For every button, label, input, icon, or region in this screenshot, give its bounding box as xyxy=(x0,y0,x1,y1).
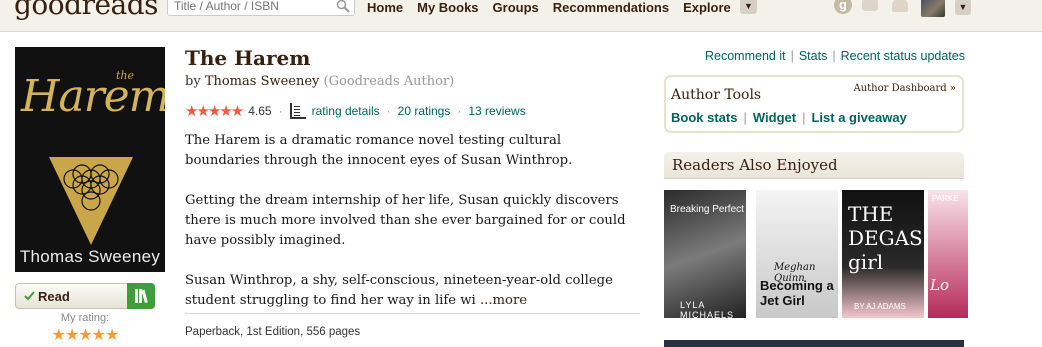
recommend-it-link[interactable]: Recommend it xyxy=(705,49,786,63)
rating-graph-icon[interactable] xyxy=(289,103,306,119)
avatar[interactable] xyxy=(921,0,945,17)
related-book-author: BY AJ ADAMS xyxy=(854,302,906,311)
ratings-count-link[interactable]: 20 ratings xyxy=(398,104,451,118)
checkmark-icon xyxy=(24,291,35,301)
divider xyxy=(185,313,640,314)
book-title: The Harem xyxy=(185,46,311,70)
list-a-giveaway-link[interactable]: List a giveaway xyxy=(811,110,906,125)
nav-groups[interactable]: Groups xyxy=(493,0,539,16)
my-rating-label: My rating: xyxy=(60,312,110,324)
separator: | xyxy=(832,49,836,63)
cover-title: Harem xyxy=(21,71,165,122)
rating-details-link[interactable]: rating details xyxy=(312,104,380,118)
related-book-cover[interactable]: PARKE Lo xyxy=(928,190,968,318)
main-nav: Home My Books Groups Recommendations Exp… xyxy=(367,0,731,16)
author-tool-links: Book stats | Widget | List a giveaway xyxy=(671,110,907,125)
shelf-status-button[interactable]: Read xyxy=(15,283,155,309)
description-paragraph: Susan Winthrop, a shy, self-conscious, n… xyxy=(185,271,635,311)
rating-summary: ★★★★★ 4.65 · rating details · 20 ratings… xyxy=(185,102,526,120)
book-format: Paperback, 1st Edition, 556 pages xyxy=(185,326,361,338)
book-stats-link[interactable]: Book stats xyxy=(671,110,737,125)
separator: · xyxy=(457,104,462,118)
related-book-title: Breaking Perfect xyxy=(670,204,744,215)
readers-also-enjoyed-title[interactable]: Readers Also Enjoyed xyxy=(672,156,838,174)
related-book-title: Lo xyxy=(930,276,949,294)
explore-dropdown-caret-icon[interactable]: ▼ xyxy=(740,0,757,14)
notifications-icon[interactable]: g xyxy=(834,0,852,14)
related-book-cover[interactable]: THE DEGAS girl BY AJ ADAMS xyxy=(842,190,924,318)
related-book-title: THE DEGAS girl xyxy=(848,202,923,274)
widget-link[interactable]: Widget xyxy=(753,110,796,125)
book-description: The Harem is a dramatic romance novel te… xyxy=(185,131,635,331)
author-link[interactable]: Thomas Sweeney xyxy=(205,74,320,89)
nav-recommendations[interactable]: Recommendations xyxy=(553,0,669,16)
cover-flower-triangle-icon xyxy=(49,157,133,245)
separator: | xyxy=(802,110,806,125)
average-rating-value: 4.65 xyxy=(248,104,272,118)
my-rating-stars[interactable]: ★★★★★ xyxy=(15,325,155,345)
description-paragraph: Getting the dream internship of her life… xyxy=(185,193,626,248)
related-book-cover[interactable]: Breaking Perfect LYLA MICHAELS xyxy=(664,190,746,318)
recent-status-updates-link[interactable]: Recent status updates xyxy=(841,49,965,63)
description-paragraph: The Harem is a dramatic romance novel te… xyxy=(185,133,573,168)
author-tools-title: Author Tools xyxy=(671,87,762,103)
related-book-cover[interactable]: Meghan Quinn Becoming a Jet Girl xyxy=(756,190,838,318)
search-input[interactable] xyxy=(168,0,328,15)
book-actions: Recommend it | Stats | Recent status updates xyxy=(705,49,965,63)
search-icon[interactable] xyxy=(336,0,350,13)
cover-author: Thomas Sweeney xyxy=(19,247,161,266)
related-book-author: PARKE xyxy=(932,194,959,203)
average-rating-stars: ★★★★★ xyxy=(185,103,244,120)
goodreads-logo[interactable]: goodreads xyxy=(14,0,159,21)
separator: · xyxy=(386,104,391,118)
mail-icon[interactable] xyxy=(862,0,878,11)
separator: | xyxy=(743,110,747,125)
goodreads-author-badge: (Goodreads Author) xyxy=(323,74,455,89)
nav-explore[interactable]: Explore xyxy=(683,0,731,16)
readers-also-enjoyed-header: Readers Also Enjoyed xyxy=(664,152,964,179)
more-link[interactable]: ...more xyxy=(480,293,527,308)
nav-my-books[interactable]: My Books xyxy=(417,0,478,16)
author-dashboard-link[interactable]: Author Dashboard » xyxy=(853,83,956,94)
related-book-title: Becoming a Jet Girl xyxy=(760,278,834,308)
nav-home[interactable]: Home xyxy=(367,0,403,16)
reviews-count-link[interactable]: 13 reviews xyxy=(468,104,525,118)
related-book-cover-partial[interactable] xyxy=(664,340,964,347)
stats-link[interactable]: Stats xyxy=(799,49,828,63)
separator: | xyxy=(790,49,794,63)
author-tools-box: Author Tools Author Dashboard » Book sta… xyxy=(664,75,964,133)
book-cover[interactable]: the Harem Thomas Sweeney xyxy=(15,47,165,272)
by-label: by xyxy=(185,74,201,89)
description-text: Susan Winthrop, a shy, self-conscious, n… xyxy=(185,273,613,308)
byline: by Thomas Sweeney (Goodreads Author) xyxy=(185,74,454,89)
read-label: Read xyxy=(38,289,70,304)
profile-dropdown-caret-icon[interactable]: ▼ xyxy=(955,0,971,15)
top-navigation-bar: goodreads Home My Books Groups Recommend… xyxy=(0,0,1042,32)
friends-icon[interactable] xyxy=(892,0,908,12)
search-box xyxy=(167,0,355,16)
shelf-books-icon[interactable] xyxy=(127,283,155,309)
separator: · xyxy=(278,104,283,118)
related-book-author: LYLA MICHAELS xyxy=(680,300,735,318)
